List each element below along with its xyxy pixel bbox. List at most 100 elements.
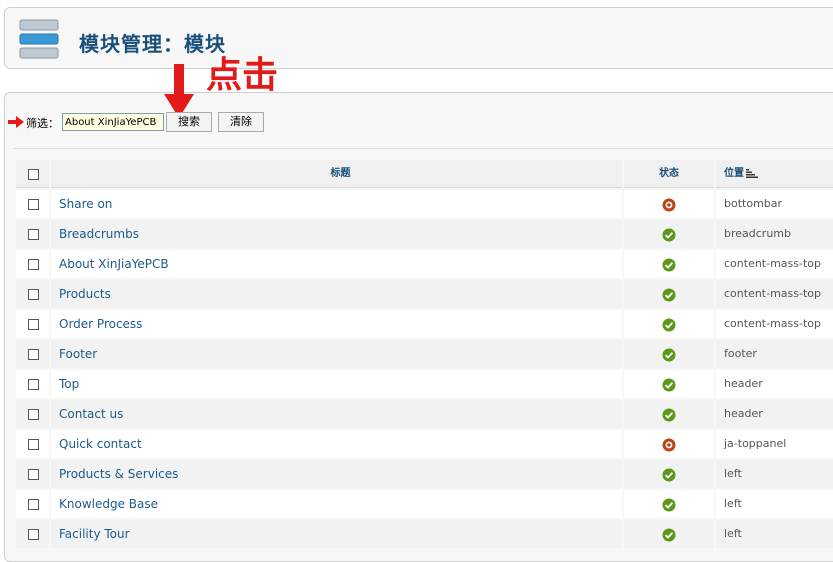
- column-header-position[interactable]: 位置: [716, 160, 833, 188]
- row-checkbox[interactable]: [28, 259, 39, 270]
- row-checkbox[interactable]: [28, 439, 39, 450]
- row-select-cell: [16, 220, 49, 248]
- row-select-cell: [16, 250, 49, 278]
- row-select-cell: [16, 520, 49, 548]
- status-cell: [624, 220, 714, 248]
- row-checkbox[interactable]: [28, 499, 39, 510]
- row-select-cell: [16, 430, 49, 458]
- row-checkbox[interactable]: [28, 529, 39, 540]
- table-row: About XinJiaYePCB content-mass-top: [16, 250, 833, 278]
- table-header-row: 标题 状态 位置: [16, 160, 833, 188]
- table-row: Products & Services left: [16, 460, 833, 488]
- status-cell: [624, 460, 714, 488]
- row-select-cell: [16, 340, 49, 368]
- enabled-check-icon[interactable]: [662, 318, 676, 332]
- select-all-cell: [16, 160, 49, 188]
- enabled-check-icon[interactable]: [662, 468, 676, 482]
- pointer-arrow-icon: [8, 116, 24, 128]
- status-cell: [624, 250, 714, 278]
- module-title-link[interactable]: Share on: [51, 190, 622, 218]
- row-select-cell: [16, 280, 49, 308]
- disabled-status-icon[interactable]: [662, 198, 676, 212]
- page-header: 模块管理：模块: [4, 7, 833, 69]
- module-title-link[interactable]: Breadcrumbs: [51, 220, 622, 248]
- module-position: content-mass-top: [716, 250, 833, 278]
- select-all-checkbox[interactable]: [28, 169, 39, 180]
- table-row: Breadcrumbs breadcrumb: [16, 220, 833, 248]
- annotation-label: 点击: [206, 55, 279, 96]
- module-position: left: [716, 490, 833, 518]
- row-select-cell: [16, 490, 49, 518]
- filter-label: 筛选：: [26, 117, 59, 130]
- module-title-link[interactable]: Facility Tour: [51, 520, 622, 548]
- module-position: content-mass-top: [716, 280, 833, 308]
- module-position: bottombar: [716, 190, 833, 218]
- row-checkbox[interactable]: [28, 469, 39, 480]
- enabled-check-icon[interactable]: [662, 288, 676, 302]
- module-position: breadcrumb: [716, 220, 833, 248]
- enabled-check-icon[interactable]: [662, 228, 676, 242]
- status-cell: [624, 190, 714, 218]
- enabled-check-icon[interactable]: [662, 378, 676, 392]
- row-checkbox[interactable]: [28, 319, 39, 330]
- module-title-link[interactable]: Products: [51, 280, 622, 308]
- row-checkbox[interactable]: [28, 349, 39, 360]
- status-cell: [624, 430, 714, 458]
- module-position: left: [716, 520, 833, 548]
- column-header-status[interactable]: 状态: [624, 160, 714, 188]
- status-cell: [624, 490, 714, 518]
- row-select-cell: [16, 370, 49, 398]
- table-row: Top header: [16, 370, 833, 398]
- reset-button[interactable]: 清除: [218, 112, 264, 132]
- module-title-link[interactable]: About XinJiaYePCB: [51, 250, 622, 278]
- module-position: left: [716, 460, 833, 488]
- row-checkbox[interactable]: [28, 379, 39, 390]
- module-position: header: [716, 400, 833, 428]
- divider: [14, 148, 833, 149]
- row-checkbox[interactable]: [28, 289, 39, 300]
- module-title-link[interactable]: Order Process: [51, 310, 622, 338]
- status-cell: [624, 400, 714, 428]
- module-manager-icon: [19, 19, 59, 59]
- enabled-check-icon[interactable]: [662, 498, 676, 512]
- row-select-cell: [16, 190, 49, 218]
- status-cell: [624, 520, 714, 548]
- status-cell: [624, 280, 714, 308]
- module-position: header: [716, 370, 833, 398]
- table-row: Contact us header: [16, 400, 833, 428]
- module-title-link[interactable]: Products & Services: [51, 460, 622, 488]
- row-checkbox[interactable]: [28, 199, 39, 210]
- module-title-link[interactable]: Top: [51, 370, 622, 398]
- row-checkbox[interactable]: [28, 409, 39, 420]
- module-position: ja-toppanel: [716, 430, 833, 458]
- filter-bar: 筛选： 搜索 清除: [8, 112, 328, 134]
- row-select-cell: [16, 310, 49, 338]
- enabled-check-icon[interactable]: [662, 528, 676, 542]
- filter-input[interactable]: [62, 113, 164, 131]
- module-title-link[interactable]: Footer: [51, 340, 622, 368]
- enabled-check-icon[interactable]: [662, 258, 676, 272]
- table-row: Quick contact ja-toppanel: [16, 430, 833, 458]
- table-row: Products content-mass-top: [16, 280, 833, 308]
- row-select-cell: [16, 460, 49, 488]
- enabled-check-icon[interactable]: [662, 408, 676, 422]
- row-checkbox[interactable]: [28, 229, 39, 240]
- table-row: Share on bottombar: [16, 190, 833, 218]
- module-position: footer: [716, 340, 833, 368]
- module-title-link[interactable]: Contact us: [51, 400, 622, 428]
- module-position: content-mass-top: [716, 310, 833, 338]
- search-button[interactable]: 搜索: [166, 112, 212, 132]
- status-cell: [624, 370, 714, 398]
- column-header-title[interactable]: 标题: [51, 160, 622, 188]
- column-header-position-label: 位置: [724, 168, 744, 179]
- table-row: Footer footer: [16, 340, 833, 368]
- row-select-cell: [16, 400, 49, 428]
- module-title-link[interactable]: Quick contact: [51, 430, 622, 458]
- table-row: Facility Tour left: [16, 520, 833, 548]
- page-title: 模块管理：模块: [79, 32, 226, 56]
- table-row: Knowledge Base left: [16, 490, 833, 518]
- module-title-link[interactable]: Knowledge Base: [51, 490, 622, 518]
- sort-icon: [746, 168, 758, 178]
- enabled-check-icon[interactable]: [662, 348, 676, 362]
- disabled-status-icon[interactable]: [662, 438, 676, 452]
